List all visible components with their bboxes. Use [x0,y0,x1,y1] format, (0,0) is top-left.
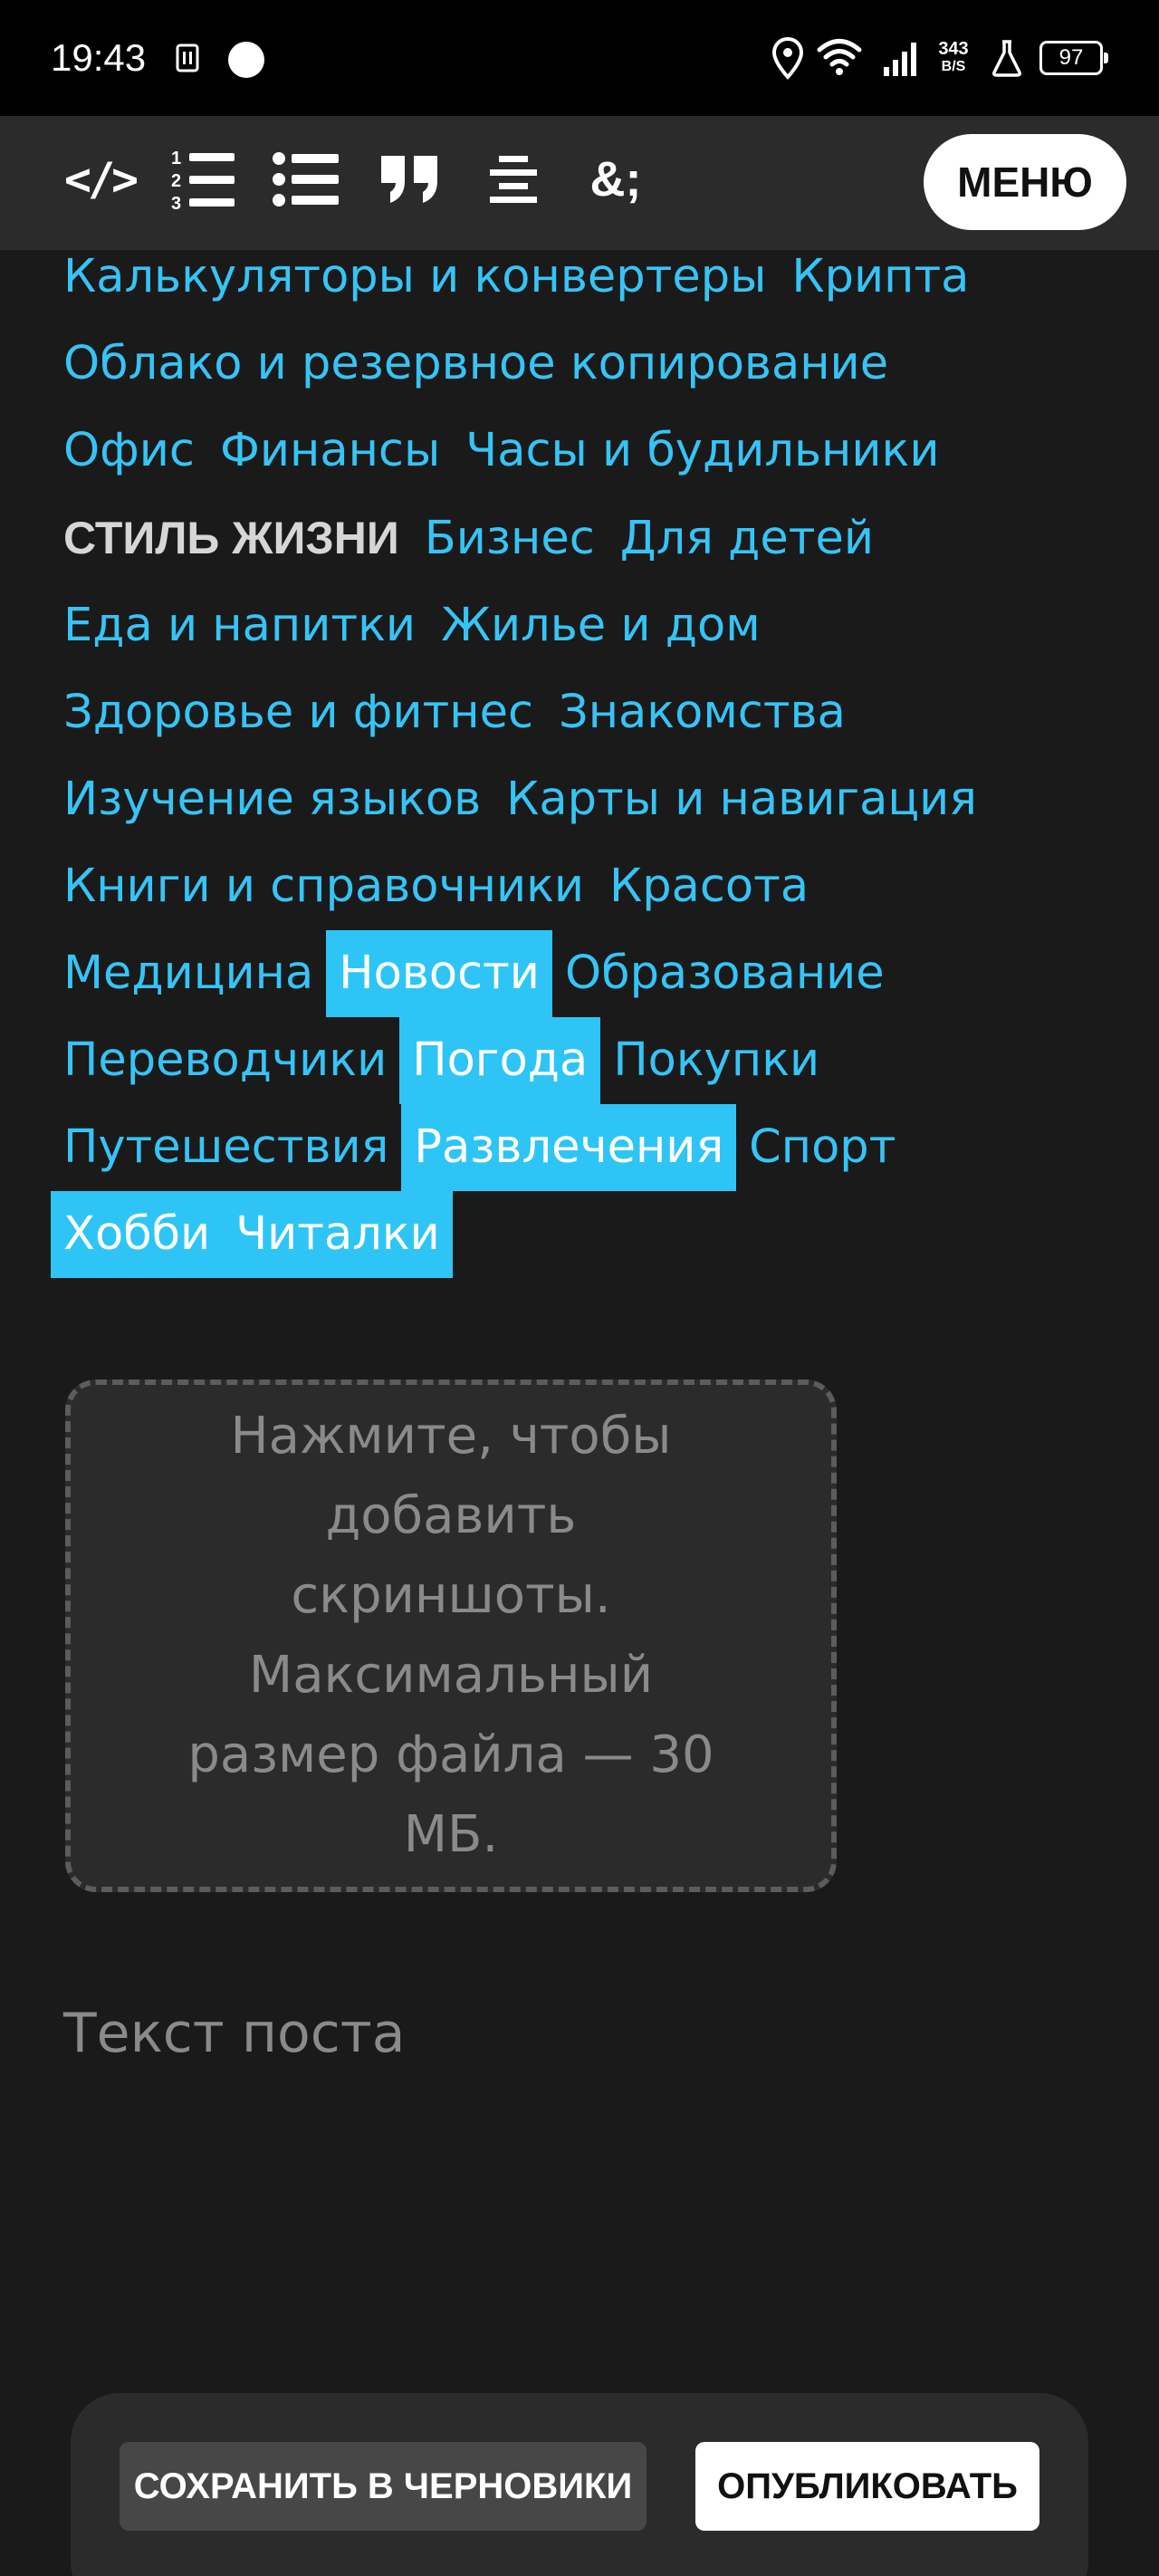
save-draft-button[interactable]: СОХРАНИТЬ В ЧЕРНОВИКИ [120,2442,647,2531]
category-tag[interactable]: Бизнес [412,495,608,582]
ordered-list-button[interactable]: 1 2 3 [163,143,241,216]
ordered-list-icon: 1 2 3 [171,149,235,213]
bullet-list-icon [273,152,339,207]
category-tag[interactable]: Знакомства [546,669,858,756]
category-section-heading: СТИЛЬ ЖИЗНИ [63,513,399,563]
category-tag-selected[interactable]: Хобби [51,1191,224,1278]
category-tag[interactable]: Книги и справочники [51,843,597,930]
upload-hint-text: Нажмите, чтобы добавить скриншоты. Макси… [187,1407,714,1864]
align-center-button[interactable] [482,143,545,216]
category-tag[interactable]: Путешествия [51,1104,401,1191]
category-tag[interactable]: Покупки [600,1017,832,1104]
quote-icon [381,156,437,203]
category-tag[interactable]: Изучение языков [51,756,493,843]
category-tag[interactable]: Красота [597,843,821,930]
status-time: 19:43 [51,36,147,79]
category-row: СТИЛЬ ЖИЗНИ Бизнес Для детей [51,495,1119,582]
signal-icon [884,43,916,76]
html-entity-button[interactable]: &; [580,143,652,216]
app-notification-icon [176,43,199,72]
category-row: Изучение языков Карты и навигация [51,756,1119,843]
menu-button[interactable]: МЕНЮ [924,134,1126,230]
category-tag-selected[interactable]: Читалки [223,1191,453,1278]
quote-button[interactable] [375,143,444,216]
action-panel: СОХРАНИТЬ В ЧЕРНОВИКИ ОПУБЛИКОВАТЬ [71,2393,1088,2576]
screenshot-upload-area[interactable]: Нажмите, чтобы добавить скриншоты. Макси… [65,1379,837,1892]
network-speed: 343 B/S [933,40,974,76]
category-row: Облако и резервное копирование [51,321,1119,408]
category-tag[interactable]: Еда и напитки [51,582,428,669]
lab-flask-icon [992,40,1021,77]
battery-indicator: 97 [1039,41,1108,75]
wifi-icon [817,39,862,75]
editor-toolbar: </> 1 2 3 &; МЕНЮ [0,116,1159,250]
network-speed-unit: B/S [941,59,966,74]
code-button[interactable]: </> [63,143,139,216]
category-row: Еда и напитки Жилье и дом [51,582,1119,669]
category-tag[interactable]: Спорт [736,1104,908,1191]
category-tag[interactable]: Часы и будильники [453,408,952,495]
category-tag[interactable]: Для детей [608,495,886,582]
bullet-list-button[interactable] [270,143,342,216]
category-tag[interactable]: Офис [51,408,207,495]
category-tag[interactable]: Карты и навигация [493,756,990,843]
category-row: Переводчики Погода Покупки [51,1017,1119,1104]
category-tag-selected[interactable]: Новости [326,930,552,1017]
svg-text:1: 1 [171,149,181,168]
svg-text:2: 2 [171,171,181,191]
network-speed-value: 343 [938,39,969,59]
page: 19:43 343 B/S 97 </> 1 2 3 &; МЕНЮ Кальк… [0,0,1159,2576]
align-center-icon [490,156,537,203]
category-tag[interactable]: Здоровье и фитнес [51,669,546,756]
category-tag-selected[interactable]: Погода [399,1017,601,1104]
category-tag[interactable]: Жилье и дом [428,582,773,669]
category-row: Книги и справочники Красота [51,843,1119,930]
status-bar: 19:43 343 B/S 97 [0,0,1159,116]
post-text-input[interactable]: Текст поста [63,1993,1096,2174]
category-tag[interactable]: Финансы [207,408,453,495]
category-row: Офис Финансы Часы и будильники [51,408,1119,495]
category-tag[interactable]: Облако и резервное копирование [51,321,901,408]
category-tags: Калькуляторы и конвертеры Крипта Облако и … [51,234,1119,1278]
category-row: Медицина Новости Образование [51,930,1119,1017]
location-icon [771,36,804,80]
publish-button[interactable]: ОПУБЛИКОВАТЬ [695,2442,1039,2531]
category-row: Хобби Читалки [51,1191,1119,1278]
category-row: Здоровье и фитнес Знакомства [51,669,1119,756]
category-tag[interactable]: Переводчики [51,1017,399,1104]
notification-dot-icon [228,42,264,78]
category-tag[interactable]: Образование [552,930,897,1017]
svg-text:3: 3 [171,194,181,213]
category-tag-selected[interactable]: Развлечения [401,1104,737,1191]
category-row: Путешествия Развлечения Спорт [51,1104,1119,1191]
category-tag[interactable]: Медицина [51,930,326,1017]
